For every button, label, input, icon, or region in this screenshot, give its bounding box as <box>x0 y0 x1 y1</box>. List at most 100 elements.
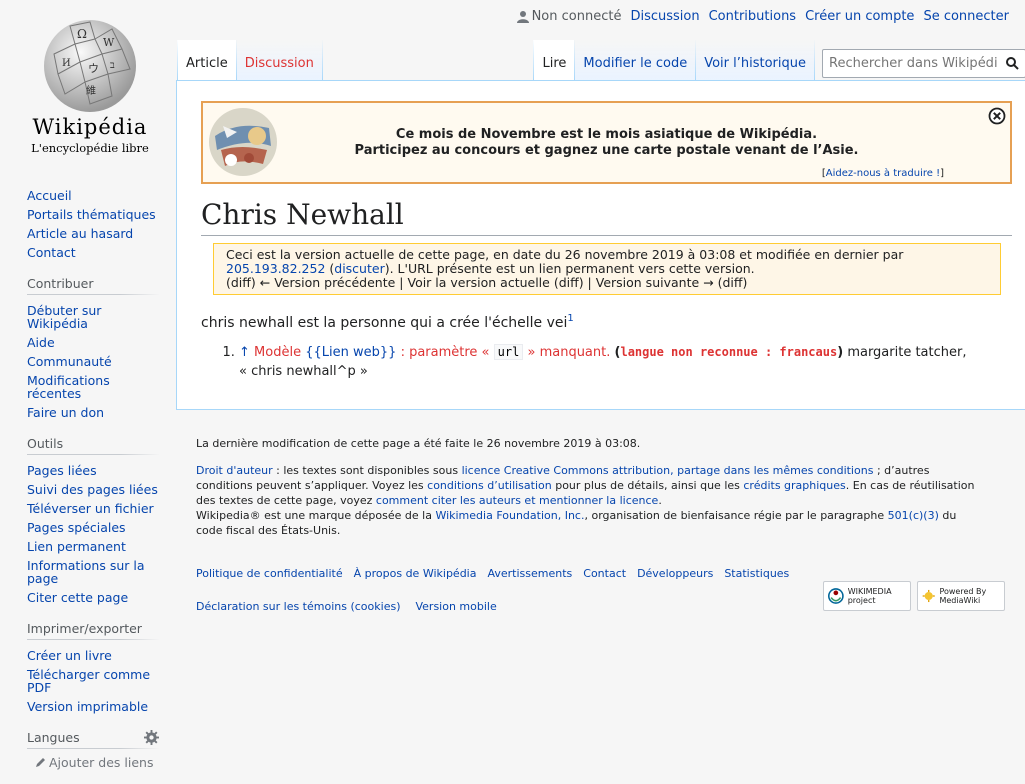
tab-edit-source[interactable]: Modifier le code <box>574 40 696 80</box>
tab-article[interactable]: Article <box>177 40 236 80</box>
footer-about-link[interactable]: À propos de Wikipédia <box>354 566 477 581</box>
wikimedia-foundation-link[interactable]: Wikimedia Foundation, Inc. <box>435 509 584 522</box>
footer-contact-link[interactable]: Contact <box>583 566 626 581</box>
search-input[interactable] <box>823 55 999 72</box>
svg-text:ウ: ウ <box>88 62 99 75</box>
svg-text:И: И <box>62 58 71 69</box>
footer-places: Politique de confidentialité À propos de… <box>196 566 986 581</box>
template-link[interactable]: {{Lien web}} <box>305 345 396 360</box>
banner-line-1: Ce mois de Novembre est le mois asiatiqu… <box>395 127 818 142</box>
sidebar-item-donate[interactable]: Faire un don <box>27 405 104 420</box>
view-tabs: Lire Modifier le code Voir l’historique <box>533 40 815 80</box>
reference-author: margarite tatcher, <box>847 344 967 360</box>
revision-notice-line-2: 205.193.82.252 (discuter). L'URL présent… <box>226 260 755 276</box>
revision-navigation: (diff) ← Version précédente | Voir la ve… <box>226 274 748 290</box>
credits-link[interactable]: crédits graphiques <box>743 479 845 492</box>
revision-notice-line-1: Ceci est la version actuelle de cette pa… <box>226 246 904 262</box>
sidebar-heading-tools: Outils <box>27 436 159 455</box>
login-link[interactable]: Se connecter <box>923 9 1009 24</box>
reference-title: « chris newhall^p » <box>239 363 368 379</box>
sidebar-item-download-pdf[interactable]: Télécharger comme PDF <box>27 667 150 695</box>
sidebar-item-upload[interactable]: Téléverser un fichier <box>27 501 154 516</box>
footer-statistics-link[interactable]: Statistiques <box>724 566 789 581</box>
license-link[interactable]: licence Creative Commons attribution, pa… <box>462 464 874 477</box>
cite-authors-link[interactable]: comment citer les auteurs et mentionner … <box>376 494 658 507</box>
reference-marker[interactable]: 1 <box>567 313 573 324</box>
editor-talk-link[interactable]: discuter <box>334 261 384 276</box>
sidebar-item-related-changes[interactable]: Suivi des pages liées <box>27 482 158 497</box>
reference-list: ↑ Modèle {{Lien web}} : paramètre « url … <box>201 343 1012 381</box>
editor-ip-link[interactable]: 205.193.82.252 <box>226 261 325 276</box>
wikipedia-globe-icon: Ω W И ウ ב 維 <box>44 20 136 112</box>
personal-tools: Non connecté Discussion Contributions Cr… <box>516 9 1009 24</box>
sidebar-heading-contribute: Contribuer <box>27 276 159 295</box>
logo-tagline: L'encyclopédie libre <box>31 141 149 155</box>
sidebar-item-help[interactable]: Aide <box>27 335 55 350</box>
svg-text:W: W <box>103 36 115 49</box>
wikimedia-project-badge[interactable]: WIKIMEDIA project <box>823 581 911 611</box>
pencil-icon <box>36 758 45 767</box>
search-box <box>822 49 1025 78</box>
sidebar-item-what-links-here[interactable]: Pages liées <box>27 463 97 478</box>
sidebar-tools: Outils Pages liées Suivi des pages liées… <box>27 436 159 607</box>
sidebar-item-cite[interactable]: Citer cette page <box>27 590 128 605</box>
svg-text:Ω: Ω <box>77 27 87 41</box>
user-status: Non connecté <box>516 9 622 24</box>
terms-link[interactable]: conditions d’utilisation <box>427 479 552 492</box>
reference-item: ↑ Modèle {{Lien web}} : paramètre « url … <box>239 343 1012 381</box>
tab-read[interactable]: Lire <box>533 40 575 80</box>
sidebar-item-random[interactable]: Article au hasard <box>27 226 133 241</box>
add-language-links[interactable]: Ajouter des liens <box>27 755 159 770</box>
sidebar-item-printable[interactable]: Version imprimable <box>27 699 148 714</box>
reference-backlink[interactable]: ↑ <box>239 345 250 360</box>
footer-mobile-link[interactable]: Version mobile <box>415 599 496 614</box>
sidebar-item-contact[interactable]: Contact <box>27 245 76 260</box>
search-icon <box>1005 57 1019 70</box>
footer-cookies-link[interactable]: Déclaration sur les témoins (cookies) <box>196 599 400 614</box>
asian-month-illustration <box>209 108 277 176</box>
sidebar-item-permalink[interactable]: Lien permanent <box>27 539 126 554</box>
sidebar-item-community[interactable]: Communauté <box>27 354 112 369</box>
mediawiki-logo-icon <box>922 589 935 603</box>
copyright-link[interactable]: Droit d'auteur <box>196 464 273 477</box>
close-icon[interactable] <box>988 107 1006 125</box>
sidebar-item-special-pages[interactable]: Pages spéciales <box>27 520 126 535</box>
footer-disclaimers-link[interactable]: Avertissements <box>487 566 572 581</box>
article-body: chris newhall est la personne qui a crée… <box>201 312 1012 332</box>
footer-developers-link[interactable]: Développeurs <box>637 566 713 581</box>
sidebar-item-portals[interactable]: Portails thématiques <box>27 207 156 222</box>
last-modified: La dernière modification de cette page a… <box>196 437 641 450</box>
user-icon <box>516 11 529 23</box>
talk-link[interactable]: Discussion <box>630 9 699 24</box>
translate-help-link[interactable]: Aidez-nous à traduire ! <box>826 168 940 179</box>
mediawiki-badge[interactable]: Powered By MediaWiki <box>917 581 1005 611</box>
tax-code-link[interactable]: 501(c)(3) <box>888 509 939 522</box>
footer-privacy-link[interactable]: Politique de confidentialité <box>196 566 343 581</box>
tab-discussion[interactable]: Discussion <box>235 40 323 80</box>
article-paragraph: chris newhall est la personne qui a crée… <box>201 314 568 331</box>
gear-icon[interactable] <box>144 730 159 745</box>
sidebar-languages: Langues Ajouter des liens <box>27 730 159 770</box>
copyright-notice: Droit d'auteur : les textes sont disponi… <box>196 464 975 537</box>
create-account-link[interactable]: Créer un compte <box>805 9 914 24</box>
search-button[interactable] <box>999 50 1025 77</box>
missing-parameter: url <box>493 343 524 360</box>
sidebar-item-recent-changes[interactable]: Modifications récentes <box>27 373 110 401</box>
page-title: Chris Newhall <box>201 198 1012 236</box>
not-logged-in-label: Non connecté <box>531 9 622 24</box>
contributions-link[interactable]: Contributions <box>709 9 797 24</box>
sidebar-heading-languages: Langues <box>27 730 159 749</box>
tab-history[interactable]: Voir l’historique <box>695 40 815 80</box>
sidebar-item-page-info[interactable]: Informations sur la page <box>27 558 145 586</box>
revision-notice: Ceci est la version actuelle de cette pa… <box>213 242 1001 295</box>
sidebar-heading-print: Imprimer/exporter <box>27 621 159 640</box>
language-error: langue non reconnue : francaus <box>620 344 838 359</box>
svg-text:維: 維 <box>86 84 96 97</box>
sidebar-item-create-book[interactable]: Créer un livre <box>27 648 112 663</box>
sidebar-item-getting-started[interactable]: Débuter sur Wikipédia <box>27 303 101 331</box>
site-logo[interactable]: Ω W И ウ ב 維 Wikipédia L'encyclopédie lib… <box>22 14 158 155</box>
sidebar-item-home[interactable]: Accueil <box>27 188 72 203</box>
campaign-banner: Ce mois de Novembre est le mois asiatiqu… <box>201 101 1012 184</box>
footer-icons: WIKIMEDIA project Powered By MediaWiki <box>823 581 1005 611</box>
sidebar-contribute: Contribuer Débuter sur Wikipédia Aide Co… <box>27 276 159 422</box>
